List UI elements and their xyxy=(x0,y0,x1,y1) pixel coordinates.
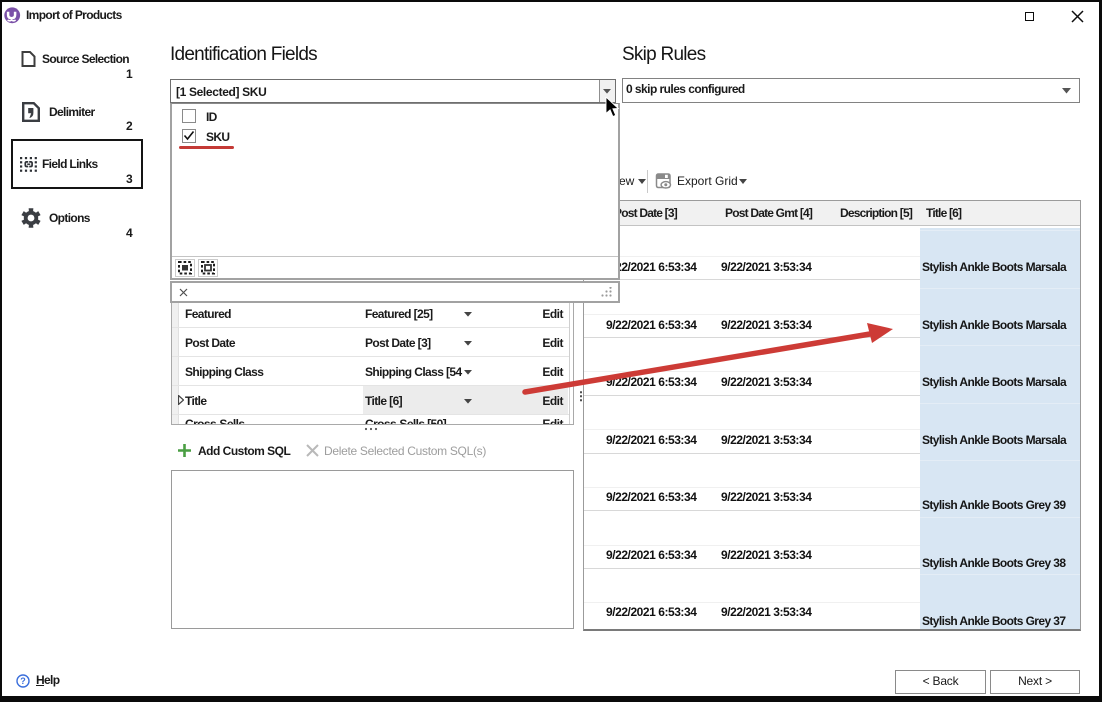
svg-text:?: ? xyxy=(20,676,26,686)
